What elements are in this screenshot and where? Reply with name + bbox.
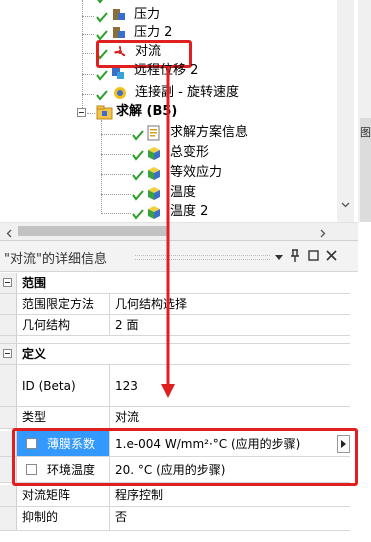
annotation-arrow bbox=[161, 67, 175, 398]
